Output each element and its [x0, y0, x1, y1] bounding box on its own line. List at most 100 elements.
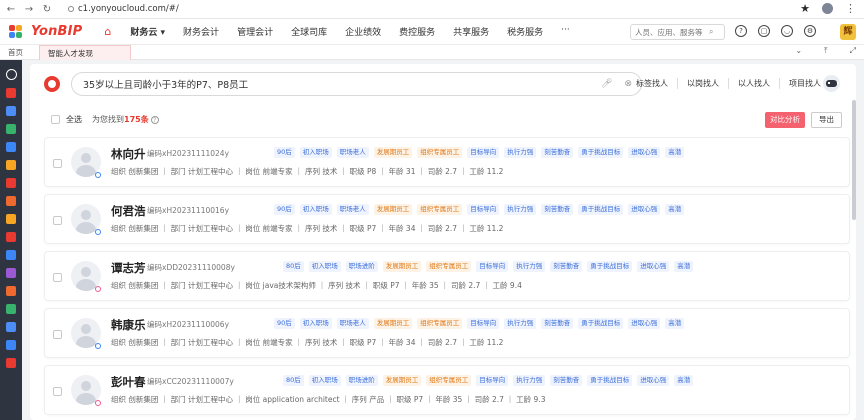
tag: 勇于挑战目标 — [578, 204, 624, 215]
talent-search-query[interactable]: 35岁以上且司龄小于3年的P7、P8员工 — [72, 77, 601, 91]
select-all-label: 全选 — [66, 115, 82, 124]
service-icon[interactable]: ◡ — [781, 25, 793, 37]
global-search[interactable]: ⌕ — [630, 24, 725, 40]
candidate-name[interactable]: 韩康乐 — [111, 317, 146, 333]
tag: 高潜 — [665, 318, 685, 329]
forward-icon[interactable]: → — [22, 4, 36, 15]
compare-analysis-button[interactable]: 对比分析 — [765, 112, 805, 128]
rail-app-icon[interactable] — [6, 286, 16, 296]
tag: 高潜 — [665, 204, 685, 215]
pin-icon[interactable]: ⤒ — [824, 46, 828, 56]
rail-app-icon[interactable] — [6, 340, 16, 350]
menu-item[interactable]: 财务云 ▾ — [121, 25, 174, 38]
rail-app-icon[interactable] — [6, 106, 16, 116]
rail-app-icon[interactable] — [6, 250, 16, 260]
tab-talent-discovery[interactable]: 智能人才发现 — [39, 44, 131, 60]
rail-app-icon[interactable] — [6, 124, 16, 134]
app-grid-icon[interactable] — [9, 25, 22, 38]
candidate-card[interactable]: 彭叶春 编码xCC20231110007y 80后 初入职场 职场进阶 发展期员工 组织专属… — [44, 365, 850, 415]
candidate-checkbox[interactable] — [53, 159, 62, 168]
menu-item[interactable]: 税务服务 — [498, 25, 552, 38]
candidate-checkbox[interactable] — [53, 387, 62, 396]
result-count: 为您找到175条? — [92, 114, 159, 125]
tag: 初入职场 — [299, 318, 332, 329]
result-count-number: 175条 — [124, 115, 149, 124]
info-icon[interactable]: ? — [150, 116, 159, 124]
search-mode-tab[interactable]: 标签找人 — [627, 78, 677, 89]
user-avatar[interactable]: 辉 — [840, 24, 856, 40]
scrollbar[interactable] — [852, 100, 856, 220]
candidate-name[interactable]: 彭叶春 — [111, 374, 146, 390]
bookmark-star-icon[interactable]: ★ — [800, 2, 810, 15]
candidate-card[interactable]: 林向升 编码xH20231111024y 90后 初入职场 职场老人 发展期员工 组织专属员… — [44, 137, 850, 187]
browser-menu-icon[interactable]: ⋮ — [845, 2, 856, 15]
candidate-code: 编码xH20231110006y — [147, 320, 230, 329]
global-search-input[interactable] — [631, 27, 709, 37]
candidate-checkbox[interactable] — [53, 273, 62, 282]
message-icon[interactable]: ▢ — [758, 25, 770, 37]
tag: 目标导向 — [476, 261, 509, 272]
back-icon[interactable]: ← — [4, 4, 18, 15]
menu-item[interactable]: 企业绩效 — [336, 25, 390, 38]
tag: 初入职场 — [299, 147, 332, 158]
profile-icon[interactable] — [822, 3, 833, 14]
address-bar[interactable]: c1.yonyoucloud.com/#/ — [68, 4, 179, 14]
rail-app-icon[interactable] — [6, 178, 16, 188]
candidate-card[interactable]: 韩康乐 编码xH20231110006y 90后 初入职场 职场老人 发展期员工 组织专属员… — [44, 308, 850, 358]
rail-app-icon[interactable] — [6, 268, 16, 278]
candidate-card[interactable]: 谭志芳 编码xDD20231110008y 80后 初入职场 职场进阶 发展期员工 组织专属… — [44, 251, 850, 301]
tag: 组织专属员工 — [417, 318, 463, 329]
menu-item[interactable]: 全球司库 — [282, 25, 336, 38]
menu-item[interactable]: ··· — [552, 25, 579, 38]
search-rail-icon[interactable] — [5, 69, 17, 80]
rail-app-icon[interactable] — [6, 322, 16, 332]
tag: 职场老人 — [336, 204, 369, 215]
fullscreen-icon[interactable]: ⤢ — [850, 46, 856, 56]
help-icon[interactable]: ? — [735, 25, 747, 37]
candidate-name[interactable]: 谭志芳 — [111, 260, 146, 276]
search-mode-tab[interactable]: 以人找人 — [728, 78, 779, 89]
settings-icon[interactable]: ⚙ — [804, 25, 816, 37]
male-icon — [95, 172, 101, 178]
candidate-name[interactable]: 林向升 — [111, 146, 146, 162]
rail-app-icon[interactable] — [6, 304, 16, 314]
tab-list-icon[interactable]: ⌄ — [795, 46, 802, 56]
menu-item[interactable]: 共享服务 — [444, 25, 498, 38]
tag: 进取心强 — [628, 147, 661, 158]
menu-item[interactable]: 费控服务 — [390, 25, 444, 38]
select-all-checkbox[interactable] — [51, 115, 60, 124]
reload-icon[interactable]: ↻ — [40, 4, 54, 15]
menu-item[interactable]: 财务会计 — [174, 25, 228, 38]
home-icon[interactable]: ⌂ — [104, 25, 111, 38]
rail-app-icon[interactable] — [6, 142, 16, 152]
search-icon[interactable]: ⌕ — [709, 27, 713, 37]
tag: 进取心强 — [637, 261, 670, 272]
rail-app-icon[interactable] — [6, 196, 16, 206]
ai-assistant-icon[interactable] — [823, 75, 840, 92]
candidate-code: 编码xH20231110016y — [147, 206, 230, 215]
rail-app-icon[interactable] — [6, 214, 16, 224]
rail-app-icon[interactable] — [6, 160, 16, 170]
site-info-icon[interactable] — [68, 5, 74, 12]
tab-home[interactable]: 首页 — [0, 45, 31, 60]
candidate-card[interactable]: 何君浩 编码xH20231110016y 90后 初入职场 职场老人 发展期员工 组织专属员… — [44, 194, 850, 244]
tag: 勇于挑战目标 — [587, 261, 633, 272]
rail-app-icon[interactable] — [6, 88, 16, 98]
talent-search-box[interactable]: 35岁以上且司龄小于3年的P7、P8员工 🎤︎ ⊗ — [71, 72, 642, 96]
rail-app-icon[interactable] — [6, 358, 16, 368]
candidate-name[interactable]: 何君浩 — [111, 203, 146, 219]
tag: 职场进阶 — [345, 261, 378, 272]
candidate-checkbox[interactable] — [53, 216, 62, 225]
rail-app-icon[interactable] — [6, 232, 16, 242]
candidate-checkbox[interactable] — [53, 330, 62, 339]
export-button[interactable]: 导出 — [811, 112, 842, 128]
brand-logo[interactable]: YonBIP — [31, 24, 82, 39]
tag: 执行力强 — [513, 375, 546, 386]
candidate-code: 编码xH20231111024y — [147, 149, 230, 158]
tag: 高潜 — [674, 261, 694, 272]
page-tabs: 首页 智能人才发现 ⌄ ⤒ ⤢ — [0, 44, 864, 60]
talent-search-logo-icon — [44, 76, 60, 92]
menu-item[interactable]: 管理会计 — [228, 25, 282, 38]
search-mode-tab[interactable]: 以岗找人 — [677, 78, 728, 89]
microphone-icon[interactable]: 🎤︎ — [601, 79, 612, 89]
